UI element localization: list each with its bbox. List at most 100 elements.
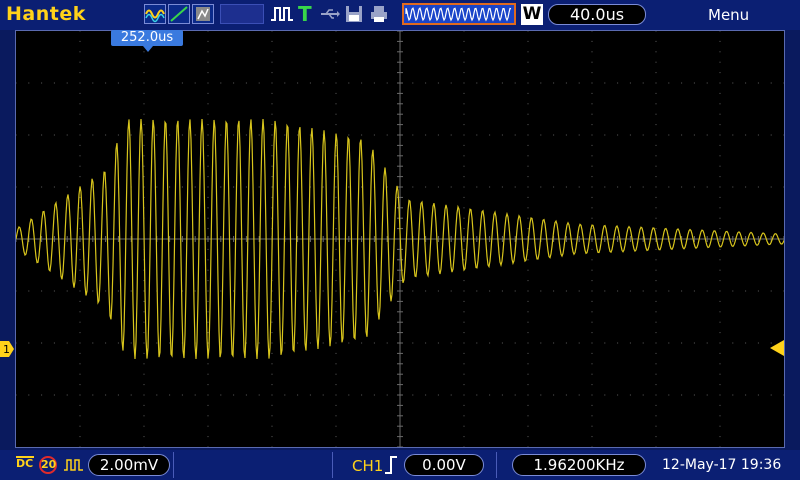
grid-dot [591,144,593,146]
grid-dot [348,82,350,84]
grid-dot [527,332,529,334]
grid-dot [629,394,631,396]
trigger-level-marker-icon[interactable] [770,340,784,356]
grid-dot [655,436,657,438]
window-zoom-button[interactable]: W [521,4,543,25]
grid-dot [79,82,81,84]
grid-dot [335,82,337,84]
grid-dot [220,394,222,396]
channel-wave-icon[interactable] [144,4,166,24]
print-icon[interactable] [370,5,388,23]
memory-depth-bar[interactable] [402,3,516,25]
grid-dot [117,342,119,344]
trigger-position-label[interactable]: 252.0us [111,30,183,46]
grid-dot [693,82,695,84]
grid-dot [604,186,606,188]
grid-dot [335,248,337,250]
grid-dot [463,72,465,74]
grid-dot [463,280,465,282]
grid-dot [719,103,721,105]
grid-dot [373,290,375,292]
grid-dot [617,394,619,396]
trigger-level-readout[interactable]: 0.00V [404,454,484,476]
grid-dot [463,384,465,386]
grid-dot [373,342,375,344]
grid-dot [66,134,68,136]
grid-dot [412,290,414,292]
grid-dot [604,82,606,84]
grid-dot [79,228,81,230]
grid-dot [463,186,465,188]
grid-dot [463,176,465,178]
menu-button[interactable]: Menu [708,6,749,24]
grid-dot [732,186,734,188]
bandwidth-limit-icon[interactable]: 20 [39,456,57,474]
grid-dot [591,321,593,323]
grid-dot [476,134,478,136]
grid-dot [655,165,657,167]
grid-dot [245,82,247,84]
grid-dot [719,342,721,344]
grid-dot [783,394,784,396]
volts-per-div-readout[interactable]: 2.00mV [88,454,170,476]
grid-dot [233,186,235,188]
grid-dot [207,155,209,157]
grid-dot [591,415,593,417]
grid-dot [79,40,81,42]
grid-dot [41,82,43,84]
grid-dot [604,342,606,344]
grid-dot [41,342,43,344]
grid-dot [629,290,631,292]
save-icon[interactable] [345,5,363,23]
math-ramp-icon[interactable] [168,4,190,24]
grid-dot [578,134,580,136]
grid-dot [591,425,593,427]
grid-dot [527,384,529,386]
grid-dot [501,290,503,292]
timebase-readout[interactable]: 40.0us [548,4,646,25]
grid-dot [79,155,81,157]
grid-dot [271,394,273,396]
grid-dot [655,186,657,188]
status-empty-box [220,4,264,24]
waveform-display[interactable] [15,30,785,448]
run-state-pulse-icon[interactable] [270,6,294,22]
grid-dot [591,332,593,334]
grid-dot [412,82,414,84]
grid-dot [66,290,68,292]
reference-icon[interactable] [192,4,214,24]
grid-dot [16,82,17,84]
grid-dot [335,40,337,42]
rising-edge-icon[interactable] [384,455,398,475]
dc-coupling-icon[interactable]: DC [16,456,34,469]
grid-dot [207,113,209,115]
grid-dot [681,394,683,396]
grid-dot [348,186,350,188]
channel1-ground-marker-icon[interactable]: 1 [0,341,14,357]
grid-dot [591,280,593,282]
grid-dot [53,342,55,344]
grid-dot [591,31,593,32]
grid-dot [655,259,657,261]
grid-dot [194,186,196,188]
grid-dot [437,186,439,188]
grid-dot [16,134,17,136]
grid-dot [66,342,68,344]
grid-dot [335,51,337,53]
grid-dot [348,342,350,344]
grid-dot [220,134,222,136]
grid-dot [719,394,721,396]
grid-dot [655,72,657,74]
grid-dot [719,332,721,334]
grid-dot [220,82,222,84]
grid-dot [335,342,337,344]
grid-dot [79,446,81,447]
grid-dot [79,61,81,63]
grid-dot [271,352,273,354]
grid-dot [450,290,452,292]
grid-dot [501,82,503,84]
grid-dot [540,290,542,292]
grid-dot [41,186,43,188]
grid-dot [527,446,529,447]
trigger-source-label[interactable]: CH1 [352,457,383,475]
